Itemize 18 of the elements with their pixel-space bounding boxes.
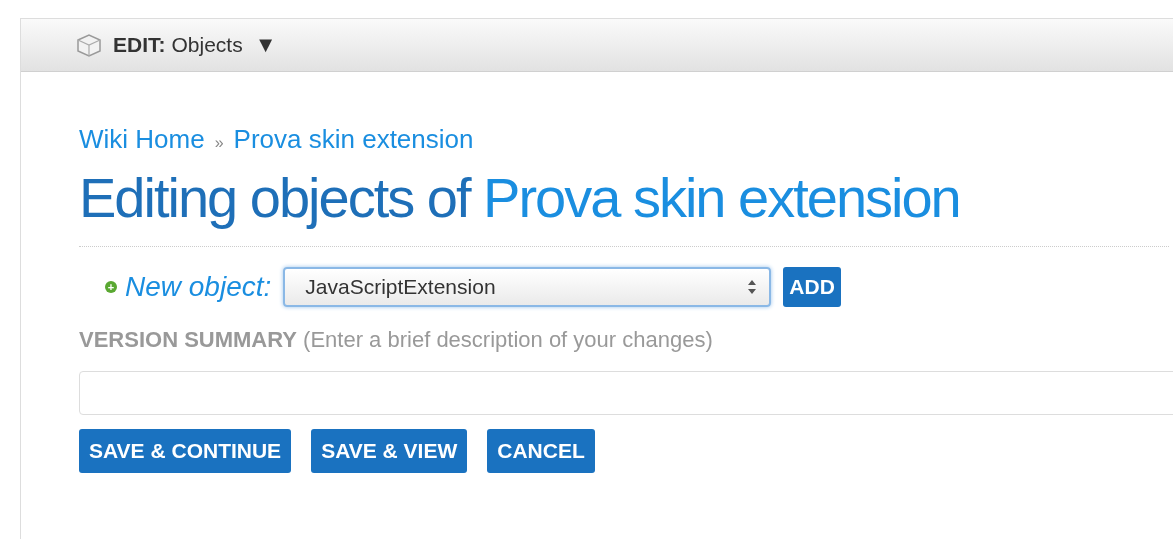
breadcrumb-link[interactable]: Wiki Home: [79, 124, 205, 155]
version-summary-label: VERSION SUMMARY (Enter a brief description of your changes): [79, 327, 714, 353]
menu-label: EDIT:: [113, 33, 166, 57]
action-button[interactable]: SAVE & VIEW: [311, 429, 468, 473]
menu-value[interactable]: Objects: [171, 33, 243, 57]
breadcrumb-link[interactable]: Prova skin extension: [233, 124, 474, 155]
version-summary-field[interactable]: [79, 371, 1173, 415]
up-down-arrows-icon: [747, 278, 758, 296]
action-button[interactable]: SAVE & CONTINUE: [79, 429, 292, 473]
breadcrumb-separator: »: [214, 134, 224, 152]
new-object-label: New object:: [125, 271, 272, 303]
title-link[interactable]: Prova skin extension: [483, 166, 960, 229]
action-button[interactable]: CANCEL: [487, 429, 595, 473]
add-button[interactable]: ADD: [783, 267, 841, 307]
dropdown-arrow[interactable]: ▼: [254, 32, 277, 58]
object-type-select[interactable]: JavaScriptExtension: [283, 267, 772, 307]
page-title: Editing objects of Prova skin extension: [79, 165, 1169, 247]
add-icon: +: [105, 281, 117, 293]
